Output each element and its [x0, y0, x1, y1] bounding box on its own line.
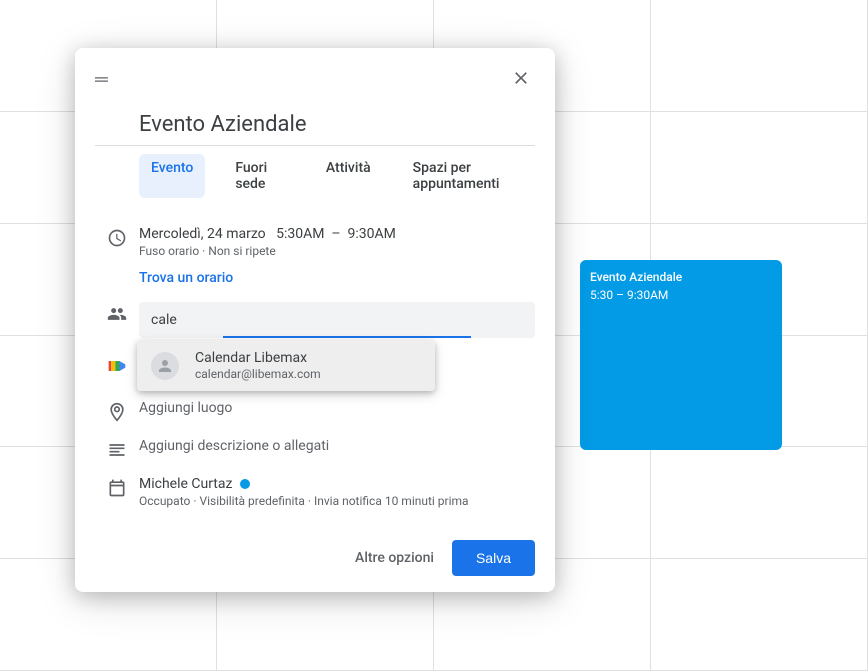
organizer-status-line[interactable]: Occupato · Visibilità predefinita · Invi… — [139, 494, 535, 508]
event-timezone-repeat[interactable]: Fuso orario · Non si ripete — [139, 244, 535, 258]
save-button[interactable]: Salva — [452, 540, 535, 576]
calendar-icon — [107, 478, 127, 498]
drag-handle-icon[interactable]: ═ — [95, 71, 108, 89]
event-block-title: Evento Aziendale — [590, 268, 772, 286]
tab-task[interactable]: Attività — [314, 154, 383, 198]
add-description[interactable]: Aggiungi descrizione o allegati — [139, 438, 535, 454]
grid-cell[interactable] — [651, 0, 868, 112]
location-icon — [107, 402, 127, 422]
more-options-link[interactable]: Altre opzioni — [355, 550, 434, 566]
avatar — [151, 352, 179, 380]
person-icon — [156, 357, 174, 375]
tab-event[interactable]: Evento — [139, 154, 205, 198]
clock-icon — [107, 228, 127, 248]
calendar-event-block[interactable]: Evento Aziendale 5:30 – 9:30AM — [580, 260, 782, 450]
event-datetime-line[interactable]: Mercoledì, 24 marzo 5:30AM – 9:30AM — [139, 226, 535, 242]
close-button[interactable] — [507, 64, 535, 96]
suggestion-name: Calendar Libemax — [195, 350, 321, 366]
guest-suggestion-item[interactable]: Calendar Libemax calendar@libemax.com — [137, 340, 435, 391]
calendar-color-dot[interactable] — [240, 479, 250, 489]
event-block-time: 5:30 – 9:30AM — [590, 286, 772, 304]
guests-input-wrap[interactable]: Calendar Libemax calendar@libemax.com — [139, 302, 535, 338]
grid-cell[interactable] — [651, 112, 868, 224]
people-icon — [107, 304, 127, 324]
event-title-input[interactable]: Evento Aziendale — [95, 104, 535, 146]
grid-cell[interactable] — [651, 559, 868, 671]
google-meet-icon — [107, 356, 127, 376]
event-create-dialog: ═ Evento Aziendale Evento Fuori sede Att… — [75, 48, 555, 592]
guest-suggestion-dropdown: Calendar Libemax calendar@libemax.com — [137, 340, 435, 391]
input-focus-underline — [223, 336, 471, 338]
guests-input[interactable] — [151, 312, 523, 328]
tab-appointment-slots[interactable]: Spazi per appuntamenti — [401, 154, 535, 198]
find-time-link[interactable]: Trova un orario — [139, 270, 233, 286]
organizer-name: Michele Curtaz — [139, 476, 232, 492]
event-type-tabs: Evento Fuori sede Attività Spazi per app… — [95, 154, 535, 198]
grid-cell[interactable] — [651, 447, 868, 559]
description-icon — [107, 440, 127, 460]
close-icon — [511, 68, 531, 88]
add-location[interactable]: Aggiungi luogo — [139, 400, 535, 416]
tab-out-of-office[interactable]: Fuori sede — [223, 154, 296, 198]
suggestion-email: calendar@libemax.com — [195, 367, 321, 381]
